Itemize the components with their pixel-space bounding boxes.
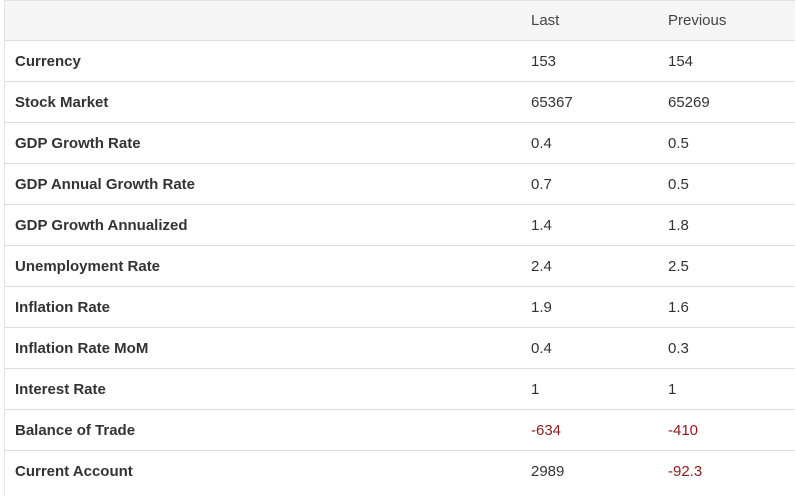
header-row: Last Previous [5,0,795,41]
table-row: Unemployment Rate 2.4 2.5 [5,245,795,287]
row-last: 1.9 [521,286,658,328]
row-previous: 1 [658,368,795,410]
table-header: Last Previous [5,0,795,41]
table-row: GDP Annual Growth Rate 0.7 0.5 [5,163,795,205]
row-previous: 2.5 [658,245,795,287]
row-last: 1 [521,368,658,410]
row-previous: 0.5 [658,163,795,205]
row-name: Inflation Rate [5,286,521,328]
row-name: GDP Growth Rate [5,122,521,164]
table-row: GDP Growth Annualized 1.4 1.8 [5,204,795,246]
left-border [4,0,5,496]
table-row: GDP Growth Rate 0.4 0.5 [5,122,795,164]
table-row: Stock Market 65367 65269 [5,81,795,123]
row-name: Stock Market [5,81,521,123]
table-row: Balance of Trade -634 -410 [5,409,795,451]
row-previous: -410 [658,409,795,451]
row-name: GDP Annual Growth Rate [5,163,521,205]
table-row: Current Account 2989 -92.3 [5,450,795,492]
row-last: 2989 [521,450,658,492]
header-last: Last [521,0,658,41]
row-name: Inflation Rate MoM [5,327,521,369]
row-previous: 1.8 [658,204,795,246]
row-last: -634 [521,409,658,451]
table-body: Currency 153 154 Stock Market 65367 6526… [5,40,795,492]
indicators-table: Last Previous Currency 153 154 Stock Mar… [5,0,795,492]
row-previous: 0.3 [658,327,795,369]
row-name: Interest Rate [5,368,521,410]
table-row: Inflation Rate 1.9 1.6 [5,286,795,328]
row-name: Balance of Trade [5,409,521,451]
header-previous: Previous [658,0,795,41]
row-last: 0.4 [521,327,658,369]
row-previous: 65269 [658,81,795,123]
row-last: 2.4 [521,245,658,287]
row-last: 0.4 [521,122,658,164]
indicators-table-container: Last Previous Currency 153 154 Stock Mar… [0,0,796,496]
row-name: Unemployment Rate [5,245,521,287]
row-last: 153 [521,40,658,82]
row-name: GDP Growth Annualized [5,204,521,246]
header-name [5,0,521,41]
row-last: 0.7 [521,163,658,205]
table-row: Interest Rate 1 1 [5,368,795,410]
row-previous: 154 [658,40,795,82]
row-last: 65367 [521,81,658,123]
row-last: 1.4 [521,204,658,246]
row-name: Currency [5,40,521,82]
row-name: Current Account [5,450,521,492]
row-previous: -92.3 [658,450,795,492]
table-row: Currency 153 154 [5,40,795,82]
table-row: Inflation Rate MoM 0.4 0.3 [5,327,795,369]
row-previous: 1.6 [658,286,795,328]
row-previous: 0.5 [658,122,795,164]
